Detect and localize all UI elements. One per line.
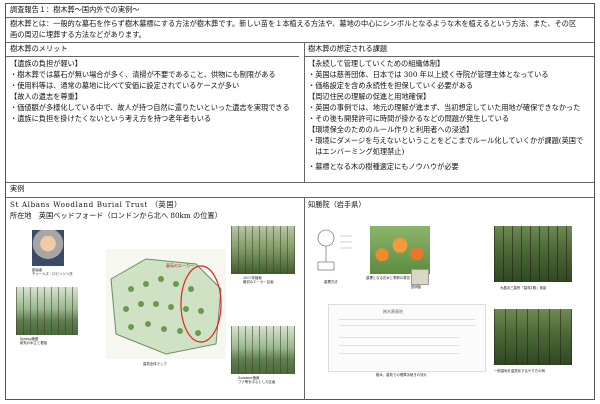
- founder-photo: [32, 230, 64, 266]
- report-page: 調査報告１：樹木葬〜国内外での実例〜 樹木葬とは：一般的な墓石を作らず樹木墓標に…: [0, 0, 600, 404]
- intro-line-2: 画の周辺に埋葬する方法などがあります。: [10, 30, 146, 39]
- issues-item: ・墓標となる木の樹種選定にもノウハウが必要: [308, 162, 459, 171]
- examples-label: 実例: [10, 184, 25, 193]
- merits-item: ・遺族に負担を掛けたくないという考え方を持つ老年者もいる: [10, 114, 212, 123]
- divider: [304, 56, 594, 57]
- divider: [6, 197, 594, 198]
- divider: [6, 182, 594, 183]
- divider: [6, 17, 594, 18]
- diagram-caption: 墓標方法: [324, 280, 338, 284]
- issues-sub-3: 【環境保全のためのルール作りと利用者への浸透】: [308, 125, 474, 134]
- issues-sub-1: 【永続して管理していくための組織体制】: [308, 59, 445, 68]
- divider: [6, 42, 594, 43]
- divider: [6, 56, 299, 57]
- issues-item: ・英国は慈善団体、日本では 300 年以上続く寺院が管理主体となっている: [308, 70, 549, 79]
- photo-summer-caption: Summer植栽 ブナ等を中心とした区画: [238, 376, 276, 385]
- photo-spring: [16, 287, 78, 335]
- sign-photo: [411, 269, 429, 285]
- issues-item: ・価格設定を含め永続性を担保していく必要がある: [308, 81, 474, 90]
- intro-line-1: 樹木葬とは：一般的な墓石を作らず樹木墓標にする方法が樹木葬です。新しい苗を１本植…: [10, 19, 577, 28]
- photo-spring-caption: Spring植樹 新苑の木立と看板: [20, 337, 48, 346]
- photo-flowers: [370, 226, 430, 274]
- merits-header: 樹木葬のメリット: [10, 44, 68, 53]
- photo-forest-bottom: [494, 309, 572, 365]
- issues-item: ・環境にダメージを与えないということをどこまでルール化していくかが課題(英国で: [308, 136, 584, 145]
- procedure-document: 樹木葬墓地: [328, 304, 486, 372]
- doc-caption: 樹木、墓苑での埋葬手続きの流れ: [376, 373, 427, 377]
- merits-item: ・使用料等は、通常の墓地に比べて安価に設定されているケースが多い: [10, 81, 240, 90]
- photo-first-acre: [231, 226, 295, 274]
- photo-forest-top: [494, 226, 572, 282]
- photo-summer: [231, 326, 295, 374]
- report-frame: 調査報告１：樹木葬〜国内外での実例〜 樹木葬とは：一般的な墓石を作らず樹木墓標に…: [5, 3, 595, 400]
- merits-sub-2: 【故人の遺志を尊重】: [10, 92, 82, 101]
- doc-title: 樹木葬墓地: [383, 309, 403, 314]
- jp-title: 知勝院（岩手県）: [308, 200, 366, 209]
- merits-sub-1: 【遺族の負担が軽い】: [10, 59, 82, 68]
- founder-caption: 創始者 チャールズ・ロビンソン氏: [32, 268, 73, 277]
- report-title: 調査報告１：樹木葬〜国内外での実例〜: [10, 5, 140, 14]
- issues-item: ・その後も開発許可に時間が掛かるなどの問題が発生している: [308, 114, 510, 123]
- site-map: 墓苑のエーカー: [106, 249, 226, 359]
- merits-item: ・価値観が多様化している中で、故人が持つ自然に還りたいといった遺志を実現できる: [10, 103, 290, 112]
- forest-top-caption: 大晶寺三墓所「墓苑1期」風景: [500, 286, 547, 290]
- map-badge: 墓苑のエーカー: [166, 262, 194, 268]
- issues-item: はエンバーミング処理禁止): [308, 147, 405, 156]
- uk-title: St Albans Woodland Burial Trust （英国）: [10, 200, 182, 209]
- sign-caption: 説明板: [411, 285, 422, 289]
- issues-sub-2: 【周辺住民の理解の促進と用地確保】: [308, 92, 431, 101]
- merits-item: ・樹木葬では墓石が無い場合が多く、清掃が不要であること、供物にも制限がある: [10, 70, 276, 79]
- photo-first-acre-caption: 2007年植栽 最初のエーカー区画: [243, 276, 274, 285]
- issues-item: ・英国の事例では、地元の理解が進まず、当初想定していた用地が確保できなかった: [308, 103, 581, 112]
- issues-header: 樹木葬の想定される課題: [308, 44, 388, 53]
- column-divider: [304, 197, 305, 400]
- burial-diagram: [317, 229, 352, 271]
- column-divider: [304, 42, 305, 182]
- forest-bottom-caption: 一般墓地を墓苑化するやり方の例: [494, 369, 545, 373]
- uk-location: 所在地 英国ベッドフォード（ロンドンから北へ 80km の位置）: [10, 211, 222, 220]
- map-caption: 墓苑全体マップ: [143, 362, 167, 366]
